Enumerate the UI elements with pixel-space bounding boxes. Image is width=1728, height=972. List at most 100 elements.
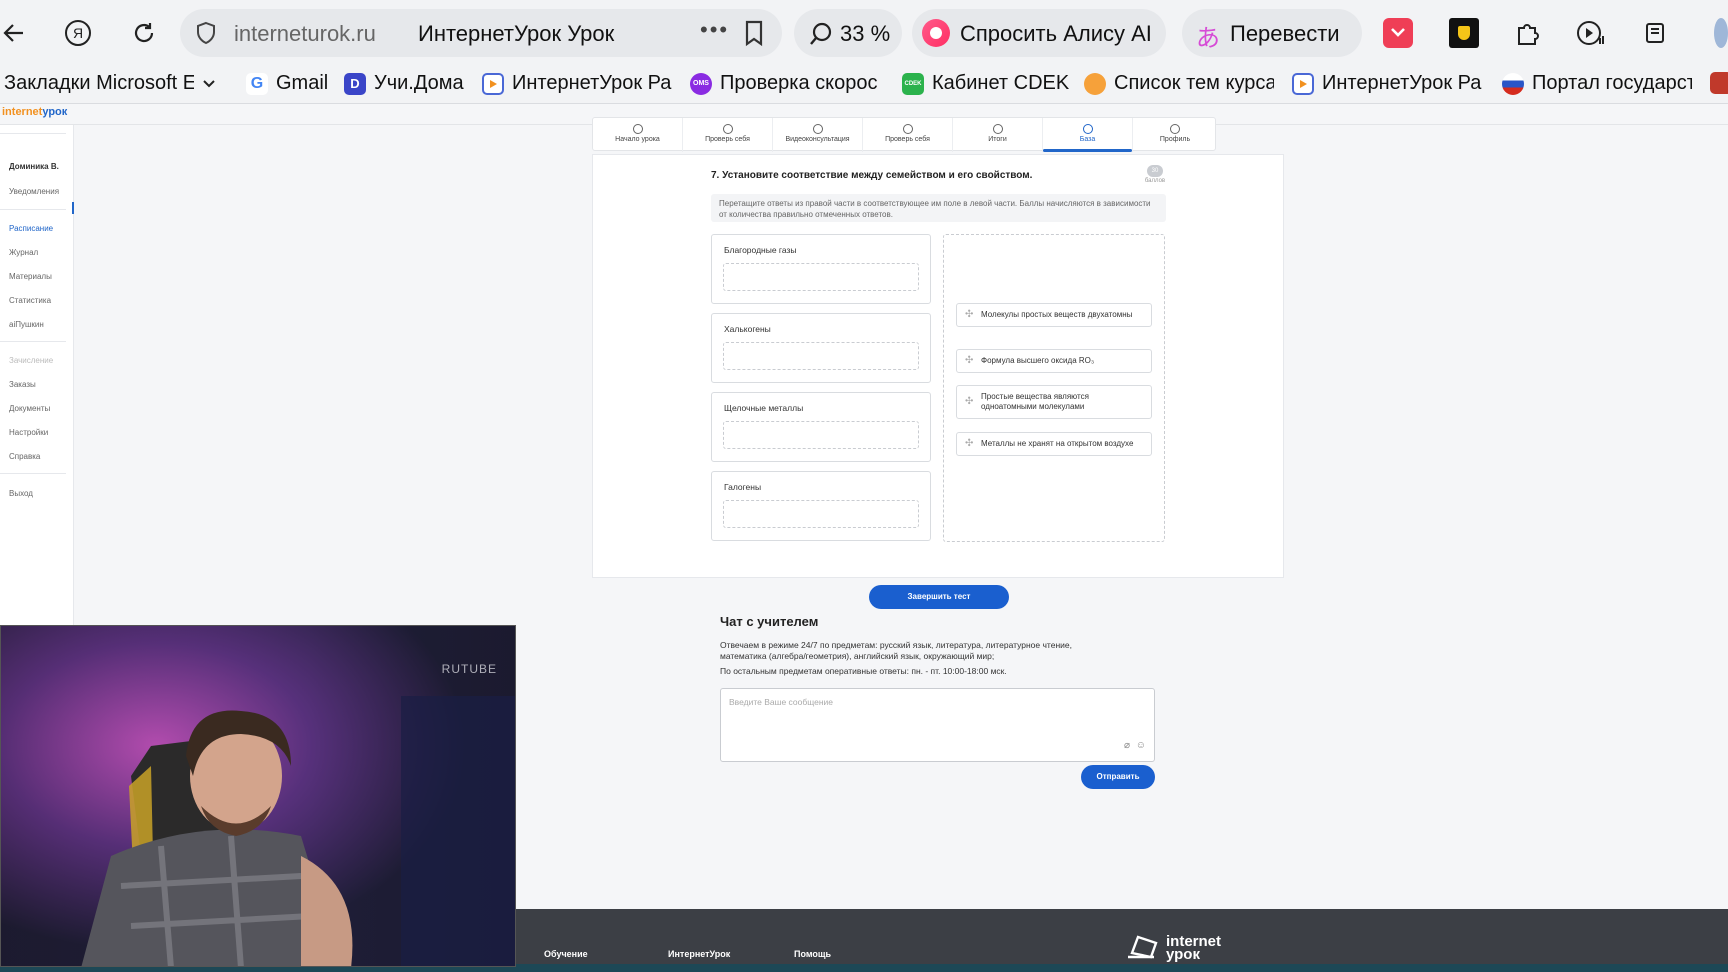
sidebar-item-enrollment[interactable]: Зачисление xyxy=(9,356,53,365)
bookmark-uchi-doma[interactable]: D Учи.Дома xyxy=(344,72,464,95)
tab-results[interactable]: Итоги xyxy=(953,118,1043,152)
bookmark-interneturok-2[interactable]: ИнтернетУрок Ра xyxy=(1292,72,1482,95)
pocket-extension-button[interactable] xyxy=(1380,15,1416,51)
sidebar-item-statistics[interactable]: Статистика xyxy=(9,296,51,305)
video-frame xyxy=(1,626,515,966)
answer-card[interactable]: ✣ Простые вещества являются одноатомными… xyxy=(956,385,1152,419)
bookmark-icon[interactable] xyxy=(742,19,766,47)
finish-test-button[interactable]: Завершить тест xyxy=(869,585,1009,609)
chat-title: Чат с учителем xyxy=(720,614,819,629)
yandex-button[interactable]: Я xyxy=(58,13,98,53)
zoom-level: 33 % xyxy=(840,21,891,46)
sidebar-item-journal[interactable]: Журнал xyxy=(9,248,38,257)
google-icon: G xyxy=(246,72,268,95)
answer-text: Формула высшего оксида RO₃ xyxy=(981,356,1095,365)
tab-lesson-start[interactable]: Начало урока xyxy=(593,118,683,152)
arrow-circle-icon xyxy=(632,124,643,134)
drop-zone[interactable] xyxy=(723,500,919,528)
bookmark-speedtest[interactable]: OMS Проверка скорос xyxy=(690,72,880,95)
drag-handle-icon[interactable]: ✣ xyxy=(965,310,973,320)
bookmark-interneturok-1[interactable]: ИнтернетУрок Ра xyxy=(482,72,672,95)
bookmark-gmail[interactable]: G Gmail xyxy=(246,72,328,95)
more-icon[interactable]: ••• xyxy=(700,17,729,43)
drag-handle-icon[interactable]: ✣ xyxy=(965,397,973,407)
tab-profile[interactable]: Профиль xyxy=(1133,118,1217,152)
collections-button[interactable] xyxy=(1638,15,1674,51)
tab-video-consultation[interactable]: Видеоконсультация xyxy=(773,118,863,152)
video-icon xyxy=(812,124,823,134)
sidebar-item-orders[interactable]: Заказы xyxy=(9,380,36,389)
address-bar[interactable]: interneturok.ru ИнтернетУрок Урок ••• xyxy=(180,9,782,57)
back-arrow-icon xyxy=(3,24,23,42)
course-icon xyxy=(1084,72,1106,95)
reload-button[interactable] xyxy=(124,13,164,53)
emoji-icon[interactable]: ☺ xyxy=(1136,740,1146,751)
tab-label: Видеоконсультация xyxy=(785,136,850,143)
drop-zone[interactable] xyxy=(723,342,919,370)
bookmark-gosuslugi[interactable]: Портал государст xyxy=(1502,72,1694,95)
sidebar-item-documents[interactable]: Документы xyxy=(9,404,50,413)
answer-text: Простые вещества являются одноатомными м… xyxy=(981,392,1089,411)
svg-text:Я: Я xyxy=(73,25,83,41)
drop-zone[interactable] xyxy=(723,263,919,291)
footer-logo[interactable]: internet урок xyxy=(1128,934,1221,962)
alice-button[interactable]: Спросить Алису AI xyxy=(912,9,1166,57)
address-page-title: ИнтернетУрок Урок xyxy=(418,21,615,46)
bookmark-label: Проверка скорос xyxy=(720,72,878,94)
zoom-pill[interactable]: 33 % xyxy=(794,9,902,57)
profile-button[interactable] xyxy=(1704,15,1728,51)
answer-card[interactable]: ✣ Металлы не хранят на открытом воздухе xyxy=(956,432,1152,456)
footer-link-interneturok[interactable]: ИнтернетУрок xyxy=(668,949,730,959)
match-target: Щелочные металлы xyxy=(711,392,931,462)
shield-extension-button[interactable] xyxy=(1446,15,1482,51)
sidebar-item-materials[interactable]: Материалы xyxy=(9,272,52,281)
sidebar-divider xyxy=(0,209,66,210)
bookmark-cdek[interactable]: CDEK Кабинет CDEK xyxy=(902,72,1069,95)
bookmark-overflow-icon xyxy=(1710,72,1728,94)
sidebar-item-help[interactable]: Справка xyxy=(9,452,40,461)
answer-card[interactable]: ✣ Молекулы простых веществ двухатомны xyxy=(956,303,1152,327)
tab-self-check-1[interactable]: Проверь себя xyxy=(683,118,773,152)
sidebar-item-user[interactable]: Доминика В. xyxy=(9,162,59,171)
footer-link-help[interactable]: Помощь xyxy=(794,949,831,959)
sidebar-item-schedule[interactable]: Расписание xyxy=(9,224,53,233)
translate-button[interactable]: あ Перевести xyxy=(1182,9,1362,57)
reload-icon xyxy=(134,23,154,43)
sidebar-item-settings[interactable]: Настройки xyxy=(9,428,48,437)
drag-handle-icon[interactable]: ✣ xyxy=(965,356,973,366)
match-target: Галогены xyxy=(711,471,931,541)
play-icon xyxy=(482,72,504,95)
question-card: 7. Установите соответствие между семейст… xyxy=(592,154,1284,609)
sidebar-item-notifications[interactable]: Уведомления xyxy=(9,187,59,196)
rutube-watermark: RUTUBE xyxy=(441,662,497,676)
bookmark-course-topics[interactable]: Список тем курса xyxy=(1084,72,1276,95)
send-button[interactable]: Отправить xyxy=(1081,765,1155,789)
attach-icon[interactable]: ⌀ xyxy=(1124,740,1130,751)
answers-pool[interactable]: ✣ Молекулы простых веществ двухатомны ✣ … xyxy=(943,234,1165,542)
translate-icon: あ xyxy=(1196,25,1220,52)
answer-card[interactable]: ✣ Формула высшего оксида RO₃ xyxy=(956,349,1152,373)
bookmark-folder-microsoft[interactable]: Закладки Microsoft E xyxy=(4,72,234,95)
footer-link-learning[interactable]: Обучение xyxy=(544,949,588,959)
back-button[interactable] xyxy=(0,13,34,53)
tab-self-check-2[interactable]: Проверь себя xyxy=(863,118,953,152)
bookmark-label: Закладки Microsoft E xyxy=(4,72,194,94)
sidebar-item-logout[interactable]: Выход xyxy=(9,489,33,498)
sidebar-active-indicator xyxy=(72,202,74,214)
chat-message-input[interactable] xyxy=(729,697,1129,707)
alice-icon xyxy=(922,19,950,47)
media-button[interactable] xyxy=(1572,15,1608,51)
bookmark-label: ИнтернетУрок Ра xyxy=(1322,72,1482,94)
match-target-label: Галогены xyxy=(724,482,762,492)
shield-icon xyxy=(197,21,215,45)
site-logo[interactable]: internetурок xyxy=(2,106,67,118)
video-overlay[interactable]: RUTUBE xyxy=(0,625,516,967)
bookmark-overflow[interactable] xyxy=(1710,72,1728,94)
tab-label: Итоги xyxy=(988,136,1007,143)
drop-zone[interactable] xyxy=(723,421,919,449)
drag-handle-icon[interactable]: ✣ xyxy=(965,439,973,449)
chat-description: Отвечаем в режиме 24/7 по предметам: рус… xyxy=(720,640,1072,661)
tab-base[interactable]: База xyxy=(1043,118,1133,152)
extensions-button[interactable] xyxy=(1510,15,1546,51)
sidebar-item-aipushkin[interactable]: аiПушкин xyxy=(9,320,44,329)
